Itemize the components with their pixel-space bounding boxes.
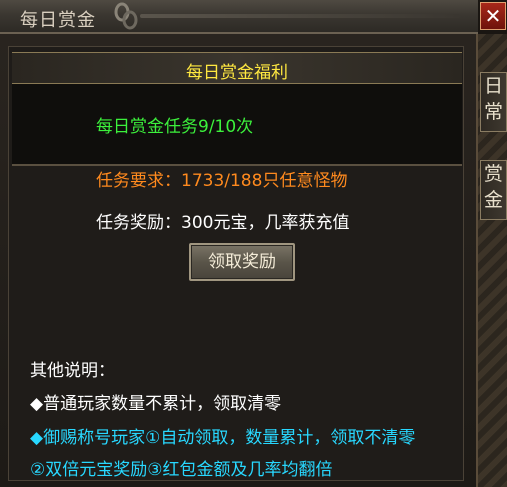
note-line-vip-benefits: ②双倍元宝奖励③红包金额及几率均翻倍 [30,460,333,480]
claim-reward-button[interactable]: 领取奖励 [189,243,295,281]
chain-icon [114,2,138,30]
tab-bounty-char-2: 金 [483,189,503,211]
task-requirement-text: 任务要求：1733/188只任意怪物 [96,171,348,191]
tab-bounty[interactable]: 赏 金 [480,160,507,220]
window-title: 每日赏金 [20,10,96,31]
tab-bounty-char-1: 赏 [483,163,503,185]
task-reward-text: 任务奖励：300元宝，几率获充值 [96,213,350,233]
note-line-normal: ◆普通玩家数量不累计，领取清零 [30,394,282,414]
panel-header: 每日赏金福利 [12,52,462,84]
notes-title: 其他说明： [30,361,115,381]
close-button[interactable]: ✕ [480,2,506,30]
tab-daily-char-1: 日 [483,75,503,97]
close-icon: ✕ [484,4,502,28]
tab-daily-char-2: 常 [483,101,503,123]
panel-header-title: 每日赏金福利 [186,63,288,83]
title-bar-ornament [140,14,460,18]
tab-daily[interactable]: 日 常 [480,72,507,132]
note-line-vip: ◆御赐称号玩家①自动领取，数量累计，领取不清零 [30,428,416,448]
title-bar[interactable]: 每日赏金 [0,0,478,34]
bounty-window: 每日赏金 每日赏金福利 每日赏金任务9/10次 任务要求：1733/188只任意… [0,0,478,487]
task-count-text: 每日赏金任务9/10次 [96,117,254,137]
